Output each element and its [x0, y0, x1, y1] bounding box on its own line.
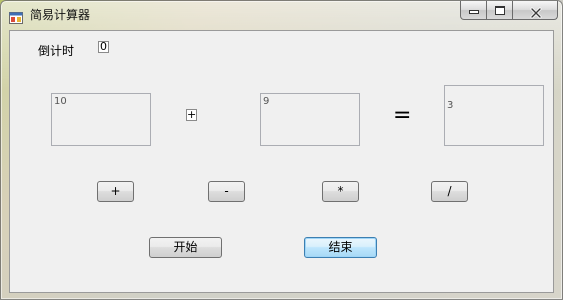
result-field[interactable]: 3: [444, 85, 544, 146]
minimize-icon: [469, 10, 479, 14]
close-icon: [530, 4, 542, 19]
start-button[interactable]: 开始: [149, 237, 222, 258]
stop-button[interactable]: 结束: [304, 237, 377, 258]
operator-label: +: [186, 108, 197, 121]
client-area: 倒计时 0 10 + 9 = 3 + - * / 开始 结束: [9, 30, 554, 293]
divide-button[interactable]: /: [431, 181, 468, 202]
countdown-label: 倒计时: [38, 44, 75, 58]
title-bar[interactable]: 简易计算器: [1, 1, 562, 29]
countdown-value: 0: [98, 40, 109, 53]
caption-buttons: [460, 1, 558, 21]
close-button[interactable]: [513, 1, 558, 20]
minimize-button[interactable]: [460, 1, 487, 20]
maximize-icon: [495, 6, 505, 15]
maximize-button[interactable]: [487, 1, 513, 20]
equals-label: =: [393, 103, 412, 128]
multiply-button[interactable]: *: [322, 181, 359, 202]
operand1-field[interactable]: 10: [51, 93, 151, 146]
window-title: 简易计算器: [30, 8, 91, 22]
calculator-window: 简易计算器 倒计时 0 10 + 9 = 3 + - * / 开始 结束: [0, 0, 563, 300]
minus-button[interactable]: -: [208, 181, 245, 202]
plus-button[interactable]: +: [97, 181, 134, 202]
app-icon: [9, 9, 23, 24]
operand2-field[interactable]: 9: [260, 93, 360, 146]
